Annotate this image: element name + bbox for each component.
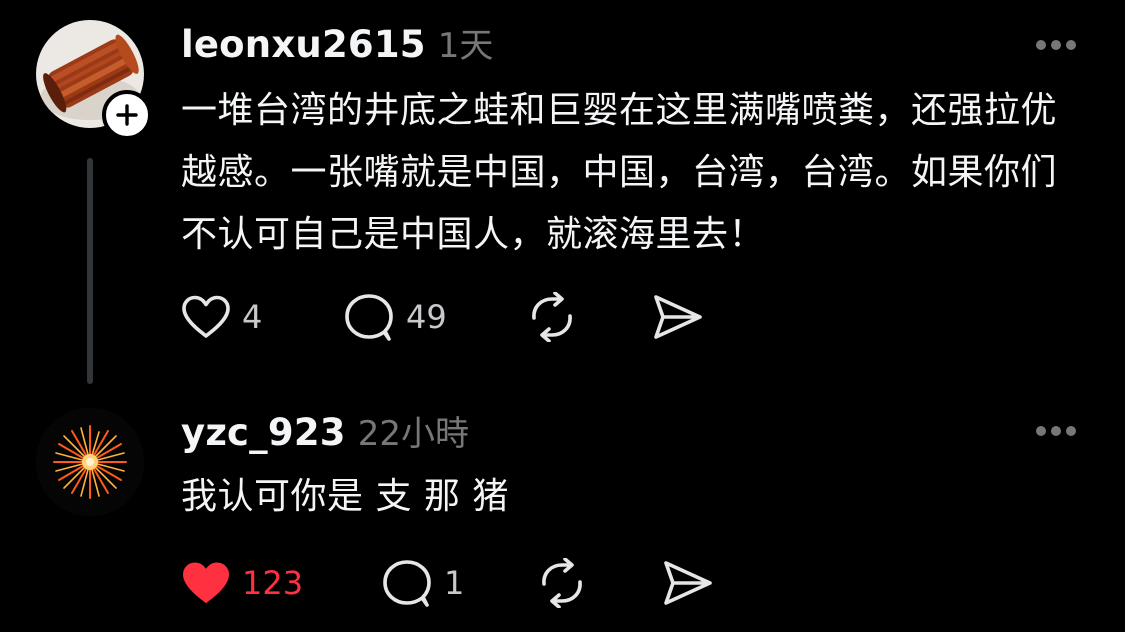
heart-icon <box>182 295 230 338</box>
share-button[interactable] <box>662 558 714 608</box>
comment-item: yzc_923 22小時 我认可你是 支 那 猪 123 1 <box>0 392 1125 632</box>
more-button[interactable] <box>1035 422 1077 436</box>
more-button[interactable] <box>1035 36 1077 50</box>
comment-header: leonxu2615 1天 <box>181 18 493 67</box>
comment-text: 我认可你是 支 那 猪 <box>181 476 509 517</box>
speech-bubble-icon <box>383 560 431 607</box>
reply-count: 49 <box>406 298 447 336</box>
send-icon <box>654 295 702 339</box>
comment-header: yzc_923 22小時 <box>181 406 469 455</box>
share-button[interactable] <box>652 292 704 342</box>
send-icon <box>664 561 712 605</box>
speech-bubble-icon <box>345 294 393 341</box>
reply-count: 1 <box>444 564 465 602</box>
more-horizontal-icon <box>1036 40 1076 50</box>
like-count: 4 <box>242 298 263 336</box>
comment-text: 一堆台湾的井底之蛙和巨婴在这里满嘴喷粪，还强拉优越感。一张嘴就是中国，中国，台湾… <box>181 90 1058 255</box>
repost-icon <box>532 292 572 342</box>
repost-button[interactable] <box>536 558 588 608</box>
avatar[interactable] <box>36 408 144 516</box>
reply-button[interactable]: 1 <box>380 558 464 608</box>
timestamp: 22小時 <box>357 414 469 454</box>
timestamp: 1天 <box>437 26 494 66</box>
repost-icon <box>542 558 582 608</box>
comment-item: leonxu2615 1天 一堆台湾的井底之蛙和巨婴在这里满嘴喷粪，还强拉优越感… <box>0 0 1125 392</box>
username[interactable]: yzc_923 <box>181 411 346 454</box>
follow-button[interactable] <box>102 90 152 140</box>
repost-button[interactable] <box>526 292 578 342</box>
more-horizontal-icon <box>1036 426 1076 436</box>
thread-line <box>87 158 93 384</box>
username[interactable]: leonxu2615 <box>181 23 426 66</box>
heart-icon <box>183 562 229 603</box>
reply-button[interactable]: 49 <box>342 292 447 342</box>
plus-icon <box>116 104 138 126</box>
like-button[interactable]: 123 <box>180 558 303 608</box>
like-button[interactable]: 4 <box>180 292 262 342</box>
like-count: 123 <box>242 564 304 602</box>
